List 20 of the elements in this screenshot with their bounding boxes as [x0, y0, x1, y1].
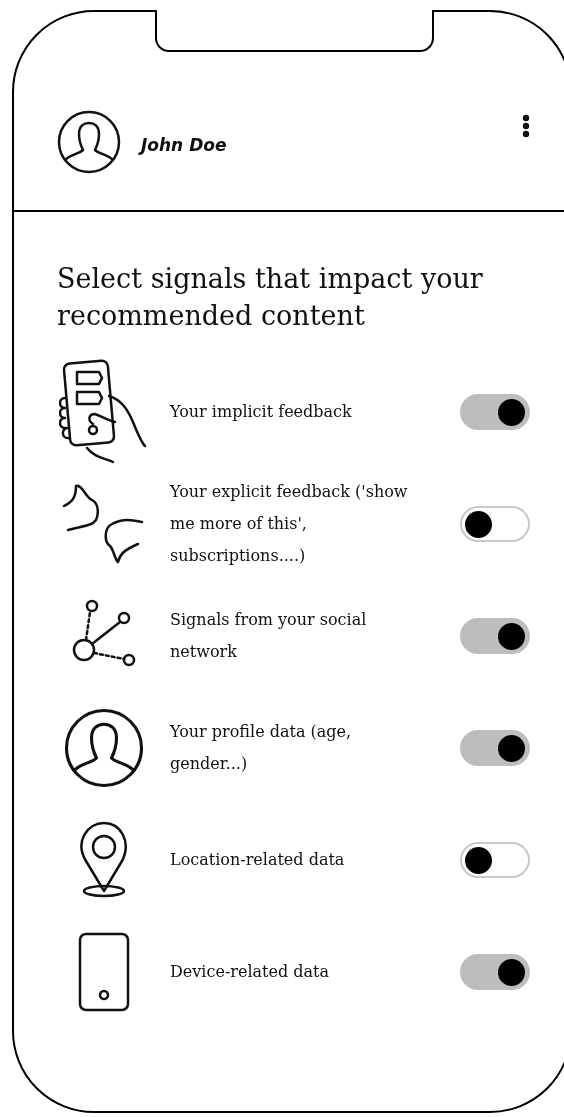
- more-options-button[interactable]: [522, 114, 530, 138]
- toggle-switch[interactable]: [460, 394, 530, 430]
- hand-holding-phone-icon: [59, 358, 149, 466]
- toggle-switch[interactable]: [460, 954, 530, 990]
- user-icon: [64, 708, 144, 788]
- smartphone-icon: [77, 931, 131, 1013]
- signal-label: Device-related data: [170, 961, 331, 983]
- signal-label: Your profile data (age, gender...): [170, 721, 353, 775]
- user-icon: [57, 110, 121, 174]
- thumbs-up-down-icon: [62, 482, 146, 566]
- toggle-switch[interactable]: [460, 506, 530, 542]
- toggle-switch[interactable]: [460, 730, 530, 766]
- signal-label: Location-related data: [170, 849, 346, 871]
- page-title: Select signals that impact your recommended content: [57, 262, 484, 333]
- toggle-switch[interactable]: [460, 842, 530, 878]
- signal-label: Your explicit feedback ('show me more of this', subscriptions....): [170, 481, 409, 567]
- toggle-switch[interactable]: [460, 618, 530, 654]
- location-pin-icon: [78, 821, 130, 899]
- signal-label: Your implicit feedback: [170, 401, 353, 423]
- signal-label: Signals from your social network: [170, 609, 368, 663]
